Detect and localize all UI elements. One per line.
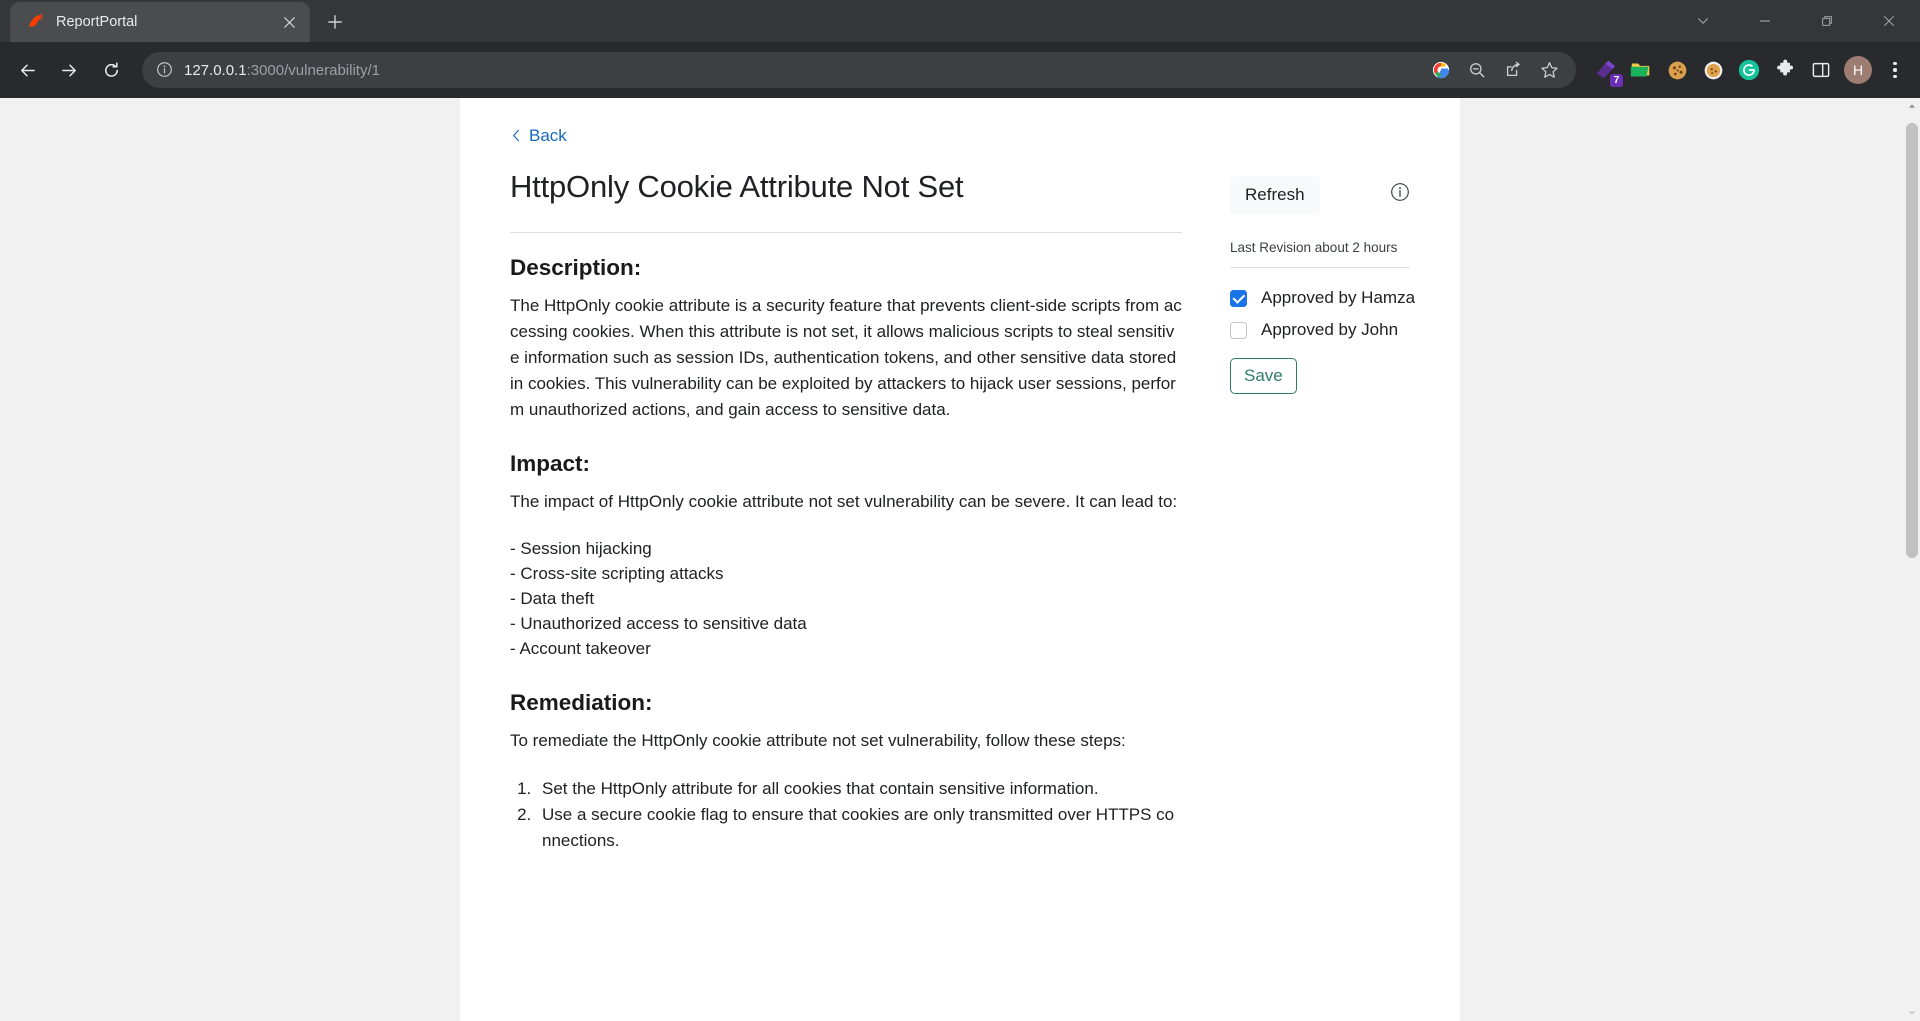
tab-strip: ReportPortal: [0, 0, 1920, 42]
grammarly-extension-icon[interactable]: [1736, 57, 1762, 83]
approval-row-john[interactable]: Approved by John: [1230, 320, 1410, 340]
impact-heading: Impact:: [510, 450, 591, 476]
chevron-left-icon: [510, 128, 523, 145]
checkbox-checked-icon[interactable]: [1230, 289, 1247, 307]
zoom-out-icon[interactable]: [1466, 59, 1488, 81]
remediation-heading: Remediation:: [510, 689, 653, 715]
list-item: - Cross-site scripting attacks: [510, 563, 724, 583]
arrow-left-icon[interactable]: [8, 51, 46, 89]
window-controls: [1672, 0, 1920, 42]
approval-label: Approved by Hamza: [1261, 288, 1416, 308]
side-panel-icon[interactable]: [1808, 57, 1834, 83]
list-item: - Account takeover: [510, 638, 651, 658]
close-icon[interactable]: [1858, 0, 1920, 42]
info-circle-icon[interactable]: [156, 61, 174, 79]
last-revision-text: Last Revision about 2 hours: [1230, 240, 1410, 269]
title-divider: [510, 231, 1182, 233]
eraser-extension-icon[interactable]: 7: [1592, 57, 1623, 87]
remediation-body: To remediate the HttpOnly cookie attribu…: [510, 730, 1126, 750]
scrollbar-thumb[interactable]: [1906, 123, 1918, 558]
refresh-button[interactable]: Refresh: [1230, 176, 1320, 215]
extensions-bar: 7 H: [1588, 56, 1908, 87]
side-panel-header: Refresh: [1230, 176, 1410, 215]
info-circle-icon[interactable]: [1390, 182, 1410, 202]
puzzle-extensions-icon[interactable]: [1772, 57, 1798, 83]
folder-extension-icon[interactable]: [1628, 57, 1654, 83]
omnibox-actions: [1430, 59, 1568, 81]
back-label: Back: [529, 126, 567, 145]
vertical-scrollbar[interactable]: [1904, 98, 1920, 1021]
impact-body: The impact of HttpOnly cookie attribute …: [510, 491, 1178, 511]
url-text: 127.0.0.1:3000/vulnerability/1: [184, 62, 1420, 79]
approval-row-hamza[interactable]: Approved by Hamza: [1230, 288, 1415, 308]
list-item: - Session hijacking: [510, 538, 652, 558]
list-item: Use a secure cookie flag to ensure that …: [536, 802, 1182, 854]
scroll-down-arrow-icon[interactable]: [1904, 1005, 1920, 1021]
browser-window: ReportPortal 127.0.0.1:3000/vulnerabilit…: [0, 0, 1920, 1021]
cookie-editor-extension-icon[interactable]: [1700, 57, 1726, 83]
save-button[interactable]: Save: [1230, 358, 1297, 394]
list-item: Set the HttpOnly attribute for all cooki…: [536, 776, 1182, 802]
back-link[interactable]: Back: [510, 126, 567, 146]
kebab-menu-icon[interactable]: [1882, 57, 1908, 83]
side-panel: Refresh Last Revision about 2 hours Appr…: [1182, 168, 1415, 394]
reload-icon[interactable]: [92, 51, 130, 89]
address-bar[interactable]: 127.0.0.1:3000/vulnerability/1: [142, 52, 1576, 88]
reportportal-logo-icon: [26, 13, 44, 31]
arrow-right-icon[interactable]: [50, 51, 88, 89]
url-path: :3000/vulnerability/1: [246, 61, 380, 79]
close-icon[interactable]: [278, 11, 300, 33]
tab-title: ReportPortal: [56, 14, 138, 30]
description-heading: Description:: [510, 254, 642, 280]
url-host: 127.0.0.1: [184, 61, 247, 79]
extension-badge-count: 7: [1610, 74, 1623, 87]
page-title: HttpOnly Cookie Attribute Not Set: [510, 169, 964, 204]
list-item: - Data theft: [510, 588, 595, 608]
approval-label: Approved by John: [1261, 320, 1399, 340]
browser-tab[interactable]: ReportPortal: [10, 2, 310, 42]
google-lens-icon[interactable]: [1430, 59, 1452, 81]
new-tab-button[interactable]: [318, 5, 352, 39]
impact-list: - Session hijacking - Cross-site scripti…: [510, 537, 1182, 662]
main-column: HttpOnly Cookie Attribute Not Set Descri…: [510, 168, 1182, 854]
page-viewport: Back HttpOnly Cookie Attribute Not Set D…: [0, 98, 1920, 1021]
content-container: Back HttpOnly Cookie Attribute Not Set D…: [460, 98, 1460, 1021]
checkbox-unchecked-icon[interactable]: [1230, 321, 1247, 339]
restore-icon[interactable]: [1796, 0, 1858, 42]
browser-toolbar: 127.0.0.1:3000/vulnerability/1 7 H: [0, 42, 1920, 98]
profile-avatar[interactable]: H: [1844, 56, 1872, 84]
bookmark-star-icon[interactable]: [1538, 59, 1560, 81]
remediation-steps: Set the HttpOnly attribute for all cooki…: [536, 776, 1182, 854]
content-row: HttpOnly Cookie Attribute Not Set Descri…: [510, 168, 1415, 854]
share-icon[interactable]: [1502, 59, 1524, 81]
minimize-icon[interactable]: [1734, 0, 1796, 42]
scroll-up-arrow-icon[interactable]: [1904, 98, 1920, 114]
chevron-down-icon[interactable]: [1672, 0, 1734, 42]
cookie-extension-icon[interactable]: [1664, 57, 1690, 83]
description-body: The HttpOnly cookie attribute is a secur…: [510, 295, 1182, 419]
list-item: - Unauthorized access to sensitive data: [510, 613, 807, 633]
